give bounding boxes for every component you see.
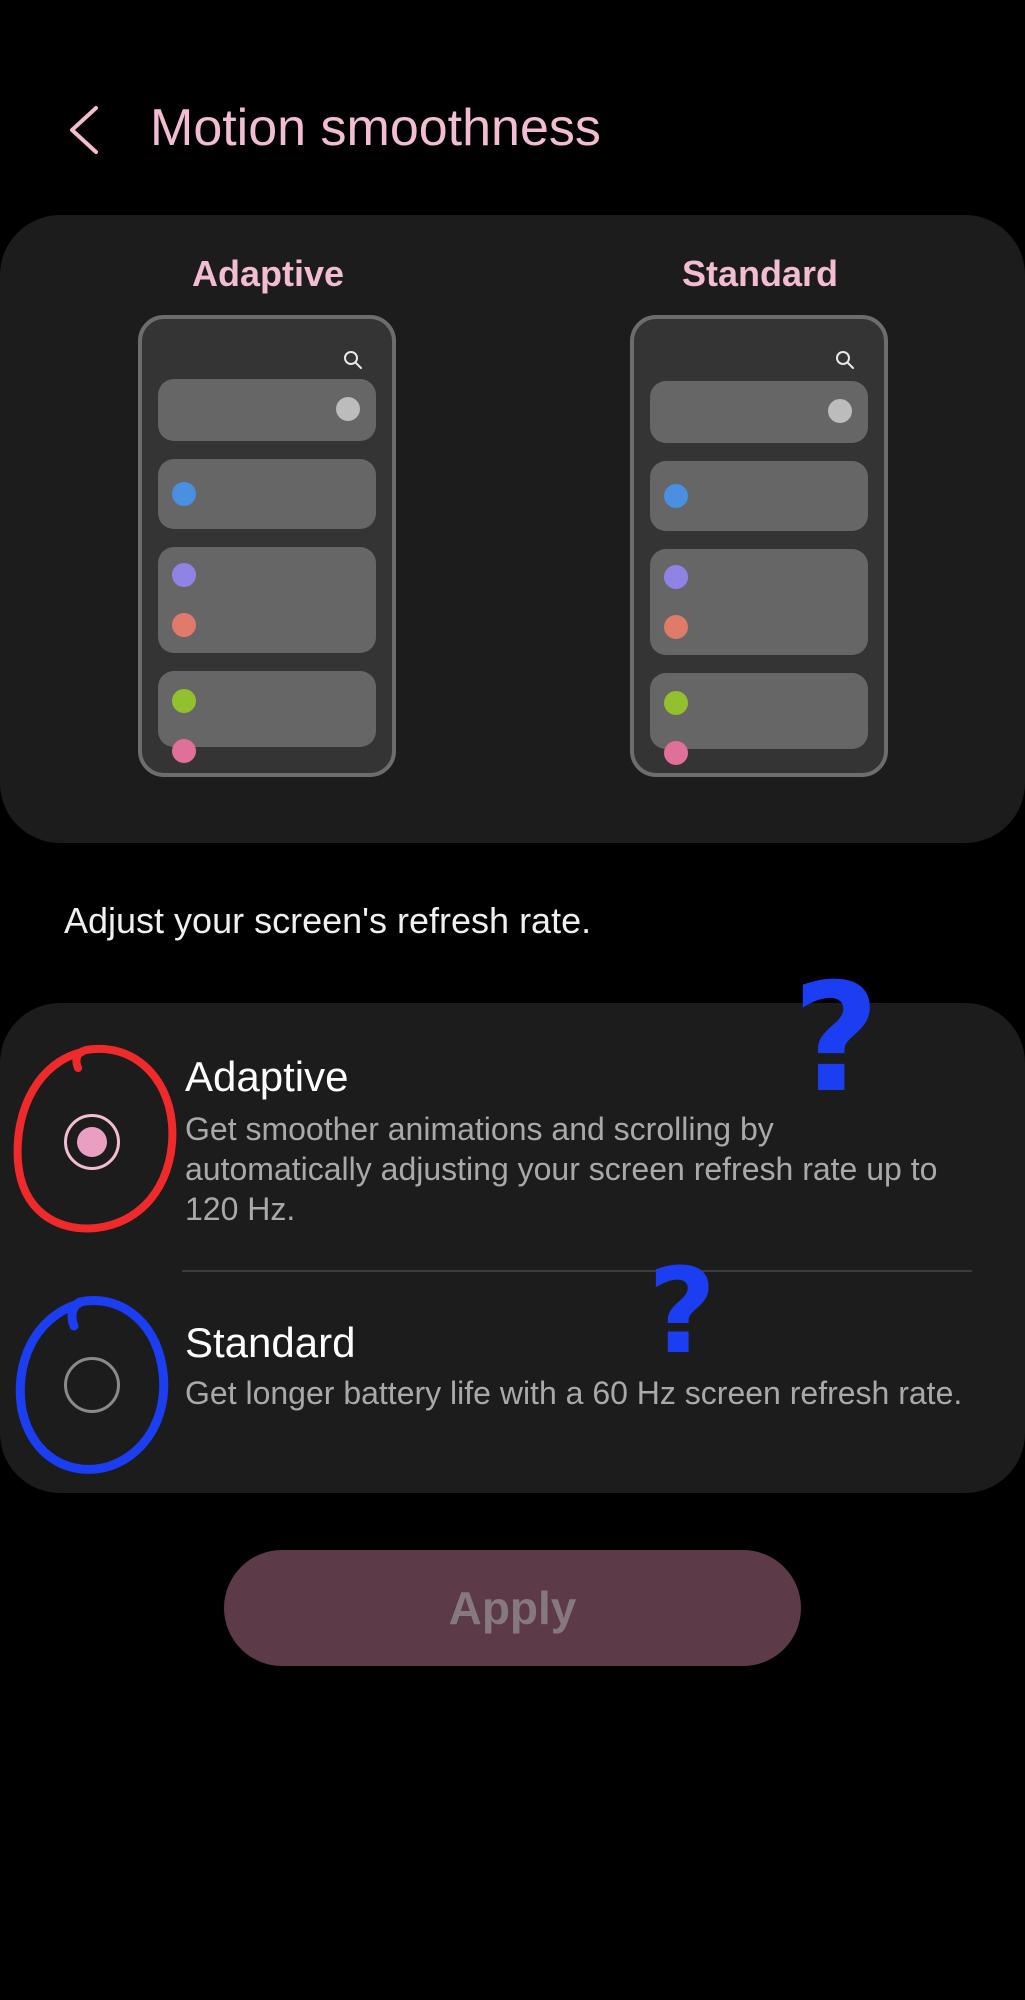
toggle-dot	[336, 397, 360, 421]
salmon-dot	[664, 615, 688, 639]
preview-label-standard: Standard	[681, 253, 839, 294]
green-dot	[664, 691, 688, 715]
page-title: Motion smoothness	[150, 99, 601, 157]
mock-row	[158, 547, 376, 653]
radio-standard[interactable]	[64, 1357, 120, 1413]
motion-smoothness-screen: Motion smoothness Adaptive Standard Adju…	[0, 0, 1025, 2000]
blue-dot	[172, 482, 196, 506]
option-divider	[182, 1270, 972, 1272]
mock-row	[650, 673, 868, 765]
blue-dot	[664, 484, 688, 508]
options-card: Adaptive Get smoother animations and scr…	[0, 1003, 1025, 1493]
mock-row	[650, 381, 868, 443]
purple-dot	[172, 563, 196, 587]
pink-dot	[664, 741, 688, 765]
phone-mockup-standard	[630, 315, 888, 777]
mock-row	[158, 671, 376, 763]
preview-standard: Standard	[630, 253, 890, 777]
mock-row	[158, 459, 376, 529]
option-title-standard: Standard	[185, 1319, 356, 1366]
pink-dot	[172, 739, 196, 763]
header: Motion smoothness	[0, 90, 1025, 170]
option-title-adaptive: Adaptive	[185, 1053, 349, 1100]
preview-adaptive: Adaptive	[138, 253, 398, 777]
apply-button[interactable]: Apply	[224, 1550, 801, 1666]
radio-adaptive[interactable]	[64, 1114, 120, 1170]
purple-dot	[664, 565, 688, 589]
option-standard[interactable]: Standard Get longer battery life with a …	[0, 1273, 1025, 1493]
search-icon	[344, 351, 362, 369]
green-dot	[172, 689, 196, 713]
salmon-dot	[172, 613, 196, 637]
mock-row	[650, 549, 868, 655]
mock-row	[158, 379, 376, 441]
toggle-dot	[828, 399, 852, 423]
back-button[interactable]	[60, 100, 110, 160]
phone-mockup-adaptive	[138, 315, 396, 777]
chevron-left-icon	[70, 106, 98, 154]
option-subtitle-standard: Get longer battery life with a 60 Hz scr…	[185, 1375, 963, 1411]
search-icon	[836, 351, 854, 369]
mock-row	[650, 461, 868, 531]
preview-label-adaptive: Adaptive	[191, 253, 345, 294]
preview-card: Adaptive Standard	[0, 215, 1025, 843]
option-adaptive[interactable]: Adaptive Get smoother animations and scr…	[0, 1003, 1025, 1269]
refresh-rate-description: Adjust your screen's refresh rate.	[64, 900, 592, 941]
option-subtitle-adaptive: Get smoother animations and scrolling by…	[185, 1111, 938, 1227]
